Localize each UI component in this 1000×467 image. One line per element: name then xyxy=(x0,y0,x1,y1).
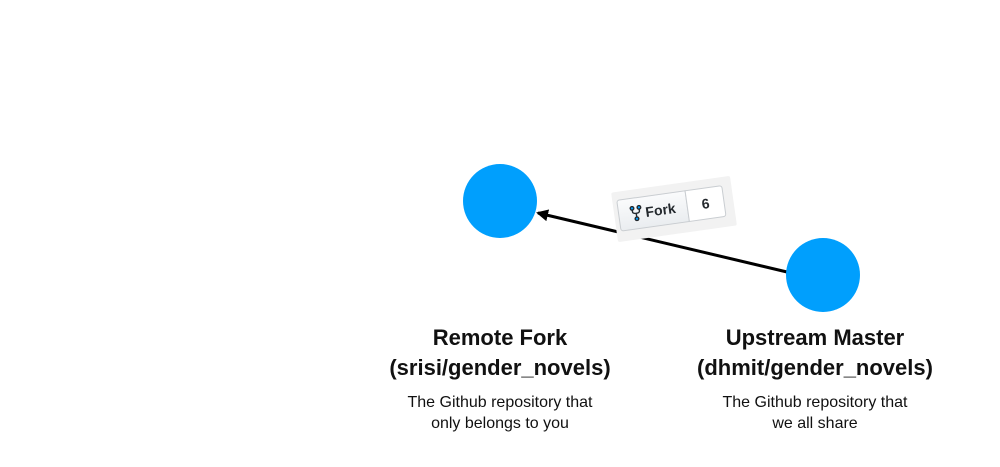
fork-count: 6 xyxy=(684,185,727,223)
repo-forked-icon xyxy=(629,204,644,222)
remote-fork-label: Remote Fork (srisi/gender_novels) The Gi… xyxy=(350,323,650,434)
upstream-master-desc-2: we all share xyxy=(772,415,858,432)
upstream-master-repo: (dhmit/gender_novels) xyxy=(697,355,933,380)
upstream-master-node xyxy=(786,238,860,312)
remote-fork-node xyxy=(463,164,537,238)
fork-label: Fork xyxy=(644,199,677,220)
remote-fork-repo: (srisi/gender_novels) xyxy=(389,355,611,380)
remote-fork-title: Remote Fork xyxy=(432,325,568,350)
upstream-master-desc-1: The Github repository that xyxy=(722,394,908,411)
upstream-master-title: Upstream Master xyxy=(725,325,905,350)
remote-fork-desc-1: The Github repository that xyxy=(407,394,593,411)
remote-fork-desc-2: only belongs to you xyxy=(431,415,569,432)
upstream-master-label: Upstream Master (dhmit/gender_novels) Th… xyxy=(665,323,965,434)
